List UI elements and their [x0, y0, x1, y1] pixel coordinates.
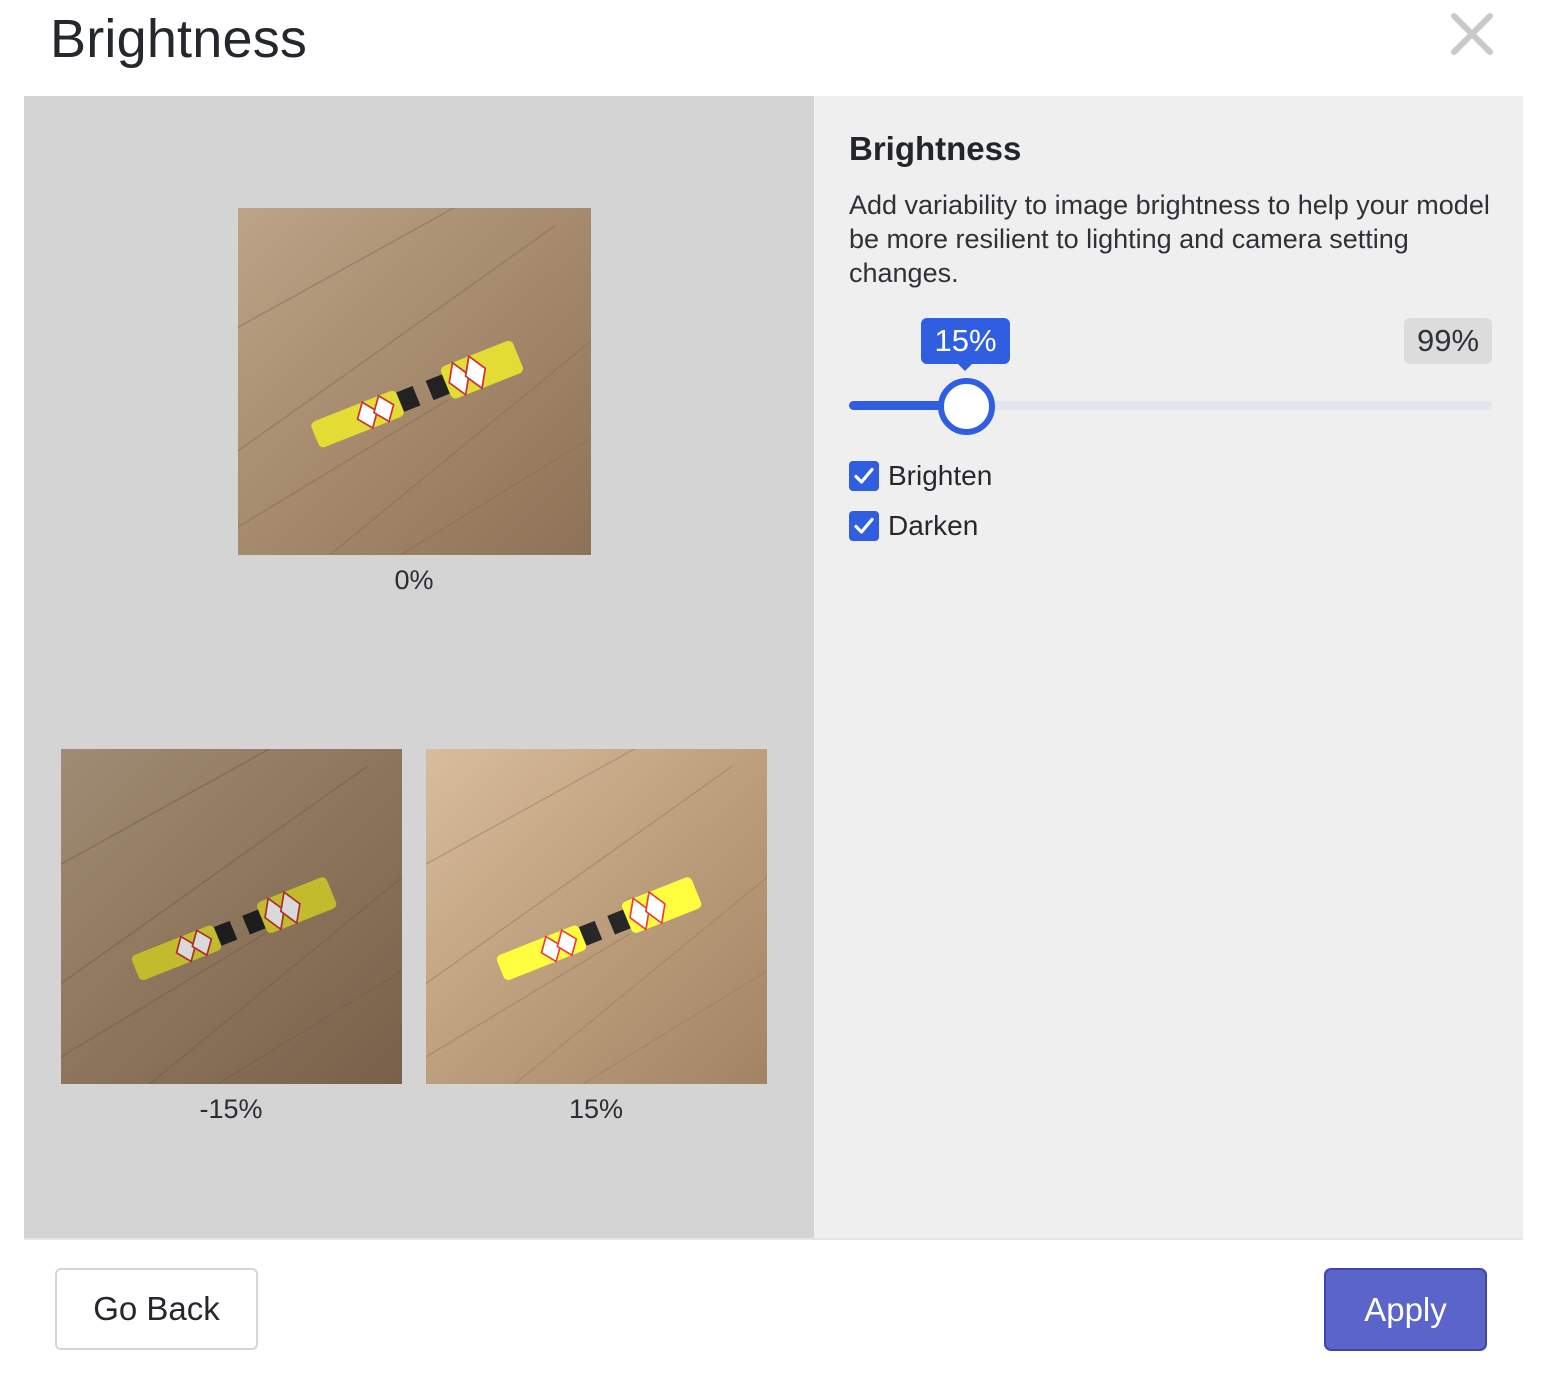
preview-label-original: 0%	[394, 565, 434, 595]
footer-divider	[24, 1238, 1523, 1240]
brighten-checkbox[interactable]	[849, 461, 879, 491]
checkmark-icon	[854, 517, 874, 534]
go-back-button[interactable]: Go Back	[55, 1268, 258, 1350]
slider-max-badge: 99%	[1404, 318, 1492, 364]
close-button[interactable]	[1446, 8, 1498, 60]
settings-heading: Brightness	[849, 130, 1022, 167]
darken-label: Darken	[888, 510, 979, 541]
brighten-option[interactable]: Brighten	[849, 458, 992, 494]
settings-description: Add variability to image brightness to h…	[849, 190, 1490, 288]
photo-wood-table	[238, 208, 591, 555]
photo-wood-table	[426, 749, 767, 1084]
preview-label-darkened: -15%	[199, 1094, 263, 1124]
slider-value-bubble: 15%	[921, 318, 1010, 364]
slider-value-bubble-pointer	[957, 363, 973, 371]
darken-option[interactable]: Darken	[849, 508, 978, 544]
brighten-label: Brighten	[888, 460, 993, 491]
preview-image-brightened	[426, 749, 767, 1084]
apply-button[interactable]: Apply	[1324, 1268, 1487, 1351]
preview-image-original	[238, 208, 591, 555]
checkmark-icon	[854, 467, 874, 484]
preview-image-darkened	[61, 749, 402, 1084]
photo-wood-table	[61, 749, 402, 1084]
darken-checkbox[interactable]	[849, 511, 879, 541]
brightness-slider-handle[interactable]	[938, 378, 995, 435]
close-icon	[1451, 13, 1493, 55]
preview-label-brightened: 15%	[568, 1094, 624, 1124]
dialog-title: Brightness	[50, 9, 308, 69]
